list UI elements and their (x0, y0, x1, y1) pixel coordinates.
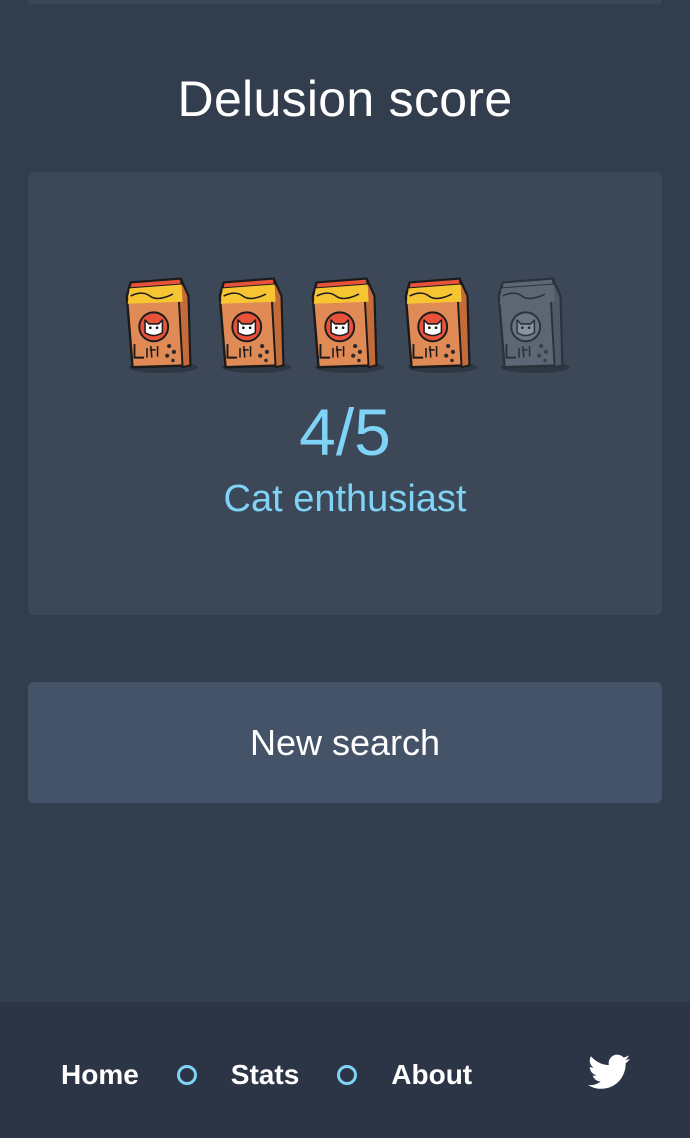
nav-about-link[interactable]: About (391, 1059, 472, 1091)
litter-bag-icon-empty (497, 277, 570, 374)
nav-stats-link[interactable]: Stats (231, 1059, 299, 1091)
litter-bag-icon-filled (311, 277, 384, 374)
new-search-button[interactable]: New search (28, 682, 662, 803)
footer-nav: Home Stats About (61, 1055, 472, 1095)
litter-bag-icon-filled (404, 277, 477, 374)
nav-separator-dot (176, 1065, 197, 1085)
score-value: 4/5 (299, 395, 391, 469)
score-card: 4/5 Cat enthusiast (28, 172, 662, 615)
score-rating-bags (28, 268, 662, 378)
litter-bag-icon-filled (125, 277, 198, 374)
nav-home-link[interactable]: Home (61, 1059, 139, 1091)
litter-bag-icon-filled (218, 277, 291, 374)
nav-separator-dot (337, 1065, 358, 1085)
page: Delusion score 4/5 Cat enthusiast New se… (0, 0, 690, 1138)
footer: Home Stats About (0, 1002, 690, 1138)
previous-panel-edge (28, 0, 662, 4)
page-title: Delusion score (177, 71, 513, 127)
score-rank-label: Cat enthusiast (223, 478, 467, 520)
twitter-icon[interactable] (588, 1054, 630, 1090)
